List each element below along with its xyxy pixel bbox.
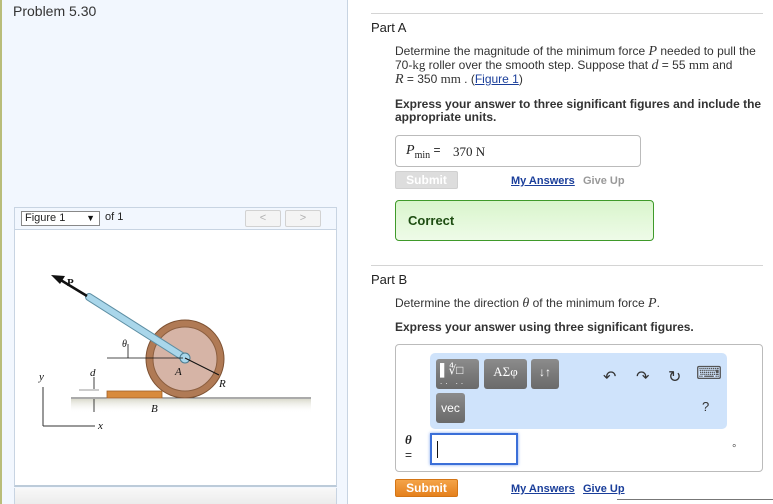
part-a-answer-label: Pmin = bbox=[406, 143, 441, 161]
correct-message: Correct bbox=[408, 213, 455, 228]
part-a-feedback-box: Correct bbox=[395, 200, 654, 241]
math-toolbar: ▌∜□ .. .. ΑΣφ ↓↑ vec ↶ ↷ ↻ ⌨ ? bbox=[430, 353, 727, 429]
part-a-question: Determine the magnitude of the minimum f… bbox=[395, 44, 756, 87]
part-a-submit-button[interactable]: Submit bbox=[395, 171, 458, 189]
templates-button[interactable]: ▌∜□ .. .. bbox=[436, 359, 479, 389]
keyboard-icon[interactable]: ⌨ bbox=[696, 363, 722, 384]
label-A: A bbox=[174, 366, 182, 378]
vector-button[interactable]: vec bbox=[436, 393, 465, 423]
figure-frame: P θ A R d B y x bbox=[14, 229, 337, 487]
part-a-answer-box: Pmin = 370 N bbox=[395, 135, 641, 167]
part-a-divider bbox=[371, 13, 763, 14]
part-b-give-up-link[interactable]: Give Up bbox=[583, 483, 625, 495]
figure-select[interactable]: Figure 1 ▼ bbox=[21, 211, 100, 226]
figure-footer bbox=[14, 488, 337, 504]
label-P: P bbox=[67, 277, 74, 289]
part-b-my-answers-link[interactable]: My Answers bbox=[511, 483, 575, 495]
part-a-instruction: Express your answer to three significant… bbox=[395, 97, 762, 124]
part-a-give-up-link[interactable]: Give Up bbox=[583, 175, 625, 187]
arrows-button[interactable]: ↓↑ bbox=[531, 359, 559, 389]
part-b-instruction: Express your answer using three signific… bbox=[395, 320, 694, 334]
redo-icon[interactable]: ↷ bbox=[636, 367, 649, 387]
next-figure-button[interactable]: > bbox=[285, 210, 321, 227]
bottom-divider bbox=[617, 499, 773, 500]
undo-icon[interactable]: ↶ bbox=[603, 367, 616, 387]
figure-1-link[interactable]: Figure 1 bbox=[475, 72, 519, 86]
label-d: d bbox=[90, 367, 96, 379]
part-a-my-answers-link[interactable]: My Answers bbox=[511, 175, 575, 187]
degree-unit: ° bbox=[732, 443, 737, 455]
label-theta: θ bbox=[122, 339, 127, 350]
part-b-answer-box: ▌∜□ .. .. ΑΣφ ↓↑ vec ↶ ↷ ↻ ⌨ ? θ = ° bbox=[395, 344, 763, 472]
step-block bbox=[106, 390, 163, 399]
previous-figure-button[interactable]: < bbox=[245, 210, 281, 227]
greek-symbols-button[interactable]: ΑΣφ bbox=[484, 359, 527, 389]
part-b-answer-label: θ bbox=[405, 432, 412, 447]
label-R: R bbox=[218, 378, 226, 390]
part-b-question: Determine the direction θ of the minimum… bbox=[395, 296, 660, 311]
part-b-submit-button[interactable]: Submit bbox=[395, 479, 458, 497]
reset-icon[interactable]: ↻ bbox=[668, 367, 681, 387]
templates-icon: ▌∜□ bbox=[440, 363, 464, 377]
figure-select-value: Figure 1 bbox=[25, 212, 66, 224]
label-y: y bbox=[38, 371, 44, 383]
problem-title: Problem 5.30 bbox=[13, 3, 97, 19]
part-a-title[interactable]: Part A bbox=[371, 20, 406, 35]
part-a-answer-value: 370 N bbox=[453, 144, 486, 159]
part-b-divider bbox=[371, 265, 763, 266]
equals-sign: = bbox=[405, 448, 413, 462]
figure-count: of 1 bbox=[105, 211, 124, 223]
ground-shading bbox=[71, 399, 311, 413]
part-b-title[interactable]: Part B bbox=[371, 272, 407, 287]
problem-panel: Problem 5.30 Figure 1 ▼ of 1 < > P θ A R… bbox=[0, 0, 348, 504]
figure-toolbar: Figure 1 ▼ of 1 < > bbox=[14, 207, 337, 229]
label-x: x bbox=[97, 420, 103, 432]
dropdown-arrow-icon: ▼ bbox=[86, 213, 95, 223]
roller-diagram: P θ A R d B y x bbox=[38, 275, 311, 432]
label-B: B bbox=[151, 403, 158, 415]
help-icon[interactable]: ? bbox=[702, 399, 709, 414]
text-caret bbox=[437, 441, 438, 458]
theta-answer-input[interactable] bbox=[430, 433, 518, 465]
